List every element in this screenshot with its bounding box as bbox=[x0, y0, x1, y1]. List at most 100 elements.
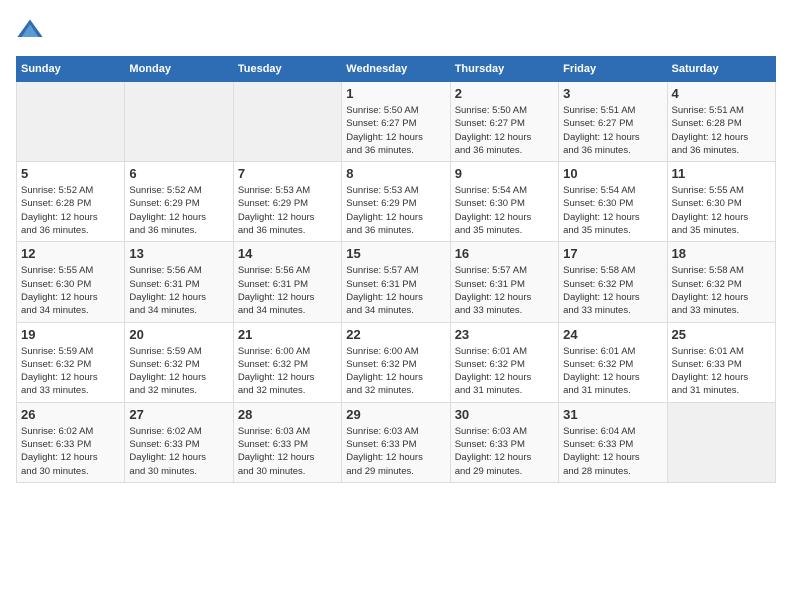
day-number: 14 bbox=[238, 246, 337, 261]
day-info: Sunrise: 6:02 AMSunset: 6:33 PMDaylight:… bbox=[21, 425, 120, 478]
calendar-cell: 8 Sunrise: 5:53 AMSunset: 6:29 PMDaylight… bbox=[342, 162, 450, 242]
calendar-cell: 5 Sunrise: 5:52 AMSunset: 6:28 PMDaylight… bbox=[17, 162, 125, 242]
calendar-week-row: 26 Sunrise: 6:02 AMSunset: 6:33 PMDayligh… bbox=[17, 402, 776, 482]
day-info: Sunrise: 5:51 AMSunset: 6:28 PMDaylight:… bbox=[672, 104, 771, 157]
calendar-cell: 21 Sunrise: 6:00 AMSunset: 6:32 PMDayligh… bbox=[233, 322, 341, 402]
day-number: 8 bbox=[346, 166, 445, 181]
day-number: 18 bbox=[672, 246, 771, 261]
day-number: 11 bbox=[672, 166, 771, 181]
day-number: 21 bbox=[238, 327, 337, 342]
day-info: Sunrise: 6:03 AMSunset: 6:33 PMDaylight:… bbox=[455, 425, 554, 478]
calendar-week-row: 1 Sunrise: 5:50 AMSunset: 6:27 PMDaylight… bbox=[17, 82, 776, 162]
day-info: Sunrise: 6:01 AMSunset: 6:32 PMDaylight:… bbox=[563, 345, 662, 398]
calendar-cell bbox=[125, 82, 233, 162]
weekday-header: Friday bbox=[559, 57, 667, 82]
day-number: 3 bbox=[563, 86, 662, 101]
calendar-week-row: 12Sunrise: 5:55 AMSunset: 6:30 PMDayligh… bbox=[17, 242, 776, 322]
day-number: 4 bbox=[672, 86, 771, 101]
calendar-cell: 27 Sunrise: 6:02 AMSunset: 6:33 PMDayligh… bbox=[125, 402, 233, 482]
calendar-cell: 17 Sunrise: 5:58 AMSunset: 6:32 PMDayligh… bbox=[559, 242, 667, 322]
day-number: 24 bbox=[563, 327, 662, 342]
calendar-cell: 12Sunrise: 5:55 AMSunset: 6:30 PMDayligh… bbox=[17, 242, 125, 322]
day-info: Sunrise: 6:02 AMSunset: 6:33 PMDaylight:… bbox=[129, 425, 228, 478]
calendar-cell: 28 Sunrise: 6:03 AMSunset: 6:33 PMDayligh… bbox=[233, 402, 341, 482]
calendar-cell: 6 Sunrise: 5:52 AMSunset: 6:29 PMDaylight… bbox=[125, 162, 233, 242]
day-number: 10 bbox=[563, 166, 662, 181]
day-number: 19 bbox=[21, 327, 120, 342]
calendar-table: SundayMondayTuesdayWednesdayThursdayFrid… bbox=[16, 56, 776, 483]
day-info: Sunrise: 5:54 AMSunset: 6:30 PMDaylight:… bbox=[563, 184, 662, 237]
weekday-header: Tuesday bbox=[233, 57, 341, 82]
day-info: Sunrise: 6:03 AMSunset: 6:33 PMDaylight:… bbox=[346, 425, 445, 478]
calendar-cell bbox=[17, 82, 125, 162]
day-number: 1 bbox=[346, 86, 445, 101]
day-info: Sunrise: 5:52 AMSunset: 6:29 PMDaylight:… bbox=[129, 184, 228, 237]
day-number: 17 bbox=[563, 246, 662, 261]
day-number: 22 bbox=[346, 327, 445, 342]
calendar-cell: 9 Sunrise: 5:54 AMSunset: 6:30 PMDaylight… bbox=[450, 162, 558, 242]
calendar-cell: 4 Sunrise: 5:51 AMSunset: 6:28 PMDaylight… bbox=[667, 82, 775, 162]
day-info: Sunrise: 5:50 AMSunset: 6:27 PMDaylight:… bbox=[455, 104, 554, 157]
day-info: Sunrise: 5:59 AMSunset: 6:32 PMDaylight:… bbox=[129, 345, 228, 398]
day-info: Sunrise: 5:53 AMSunset: 6:29 PMDaylight:… bbox=[346, 184, 445, 237]
day-number: 9 bbox=[455, 166, 554, 181]
logo-icon bbox=[16, 16, 44, 44]
calendar-cell: 20 Sunrise: 5:59 AMSunset: 6:32 PMDayligh… bbox=[125, 322, 233, 402]
calendar-cell: 7 Sunrise: 5:53 AMSunset: 6:29 PMDaylight… bbox=[233, 162, 341, 242]
day-info: Sunrise: 5:54 AMSunset: 6:30 PMDaylight:… bbox=[455, 184, 554, 237]
calendar-cell bbox=[667, 402, 775, 482]
day-info: Sunrise: 6:00 AMSunset: 6:32 PMDaylight:… bbox=[238, 345, 337, 398]
day-number: 28 bbox=[238, 407, 337, 422]
day-info: Sunrise: 6:01 AMSunset: 6:33 PMDaylight:… bbox=[672, 345, 771, 398]
calendar-cell: 1Sunrise: 5:50 AMSunset: 6:27 PMDaylight… bbox=[342, 82, 450, 162]
weekday-header: Monday bbox=[125, 57, 233, 82]
day-number: 5 bbox=[21, 166, 120, 181]
day-number: 26 bbox=[21, 407, 120, 422]
day-info: Sunrise: 5:56 AMSunset: 6:31 PMDaylight:… bbox=[238, 264, 337, 317]
day-number: 20 bbox=[129, 327, 228, 342]
day-info: Sunrise: 5:57 AMSunset: 6:31 PMDaylight:… bbox=[346, 264, 445, 317]
day-info: Sunrise: 5:58 AMSunset: 6:32 PMDaylight:… bbox=[672, 264, 771, 317]
day-number: 25 bbox=[672, 327, 771, 342]
calendar-cell: 23Sunrise: 6:01 AMSunset: 6:32 PMDayligh… bbox=[450, 322, 558, 402]
calendar-cell: 15Sunrise: 5:57 AMSunset: 6:31 PMDayligh… bbox=[342, 242, 450, 322]
calendar-cell: 29Sunrise: 6:03 AMSunset: 6:33 PMDayligh… bbox=[342, 402, 450, 482]
calendar-cell: 25 Sunrise: 6:01 AMSunset: 6:33 PMDayligh… bbox=[667, 322, 775, 402]
calendar-cell: 26 Sunrise: 6:02 AMSunset: 6:33 PMDayligh… bbox=[17, 402, 125, 482]
day-info: Sunrise: 6:04 AMSunset: 6:33 PMDaylight:… bbox=[563, 425, 662, 478]
day-info: Sunrise: 5:56 AMSunset: 6:31 PMDaylight:… bbox=[129, 264, 228, 317]
calendar-week-row: 5 Sunrise: 5:52 AMSunset: 6:28 PMDaylight… bbox=[17, 162, 776, 242]
weekday-header: Sunday bbox=[17, 57, 125, 82]
day-info: Sunrise: 5:57 AMSunset: 6:31 PMDaylight:… bbox=[455, 264, 554, 317]
day-info: Sunrise: 6:03 AMSunset: 6:33 PMDaylight:… bbox=[238, 425, 337, 478]
calendar-cell: 19 Sunrise: 5:59 AMSunset: 6:32 PMDayligh… bbox=[17, 322, 125, 402]
day-info: Sunrise: 5:53 AMSunset: 6:29 PMDaylight:… bbox=[238, 184, 337, 237]
calendar-cell: 24 Sunrise: 6:01 AMSunset: 6:32 PMDayligh… bbox=[559, 322, 667, 402]
calendar-cell: 13 Sunrise: 5:56 AMSunset: 6:31 PMDayligh… bbox=[125, 242, 233, 322]
calendar-cell: 16 Sunrise: 5:57 AMSunset: 6:31 PMDayligh… bbox=[450, 242, 558, 322]
calendar-cell: 18 Sunrise: 5:58 AMSunset: 6:32 PMDayligh… bbox=[667, 242, 775, 322]
day-number: 7 bbox=[238, 166, 337, 181]
day-number: 2 bbox=[455, 86, 554, 101]
day-number: 31 bbox=[563, 407, 662, 422]
calendar-cell: 31 Sunrise: 6:04 AMSunset: 6:33 PMDayligh… bbox=[559, 402, 667, 482]
calendar-cell: 3 Sunrise: 5:51 AMSunset: 6:27 PMDaylight… bbox=[559, 82, 667, 162]
weekday-header: Saturday bbox=[667, 57, 775, 82]
day-info: Sunrise: 5:52 AMSunset: 6:28 PMDaylight:… bbox=[21, 184, 120, 237]
day-info: Sunrise: 6:01 AMSunset: 6:32 PMDaylight:… bbox=[455, 345, 554, 398]
day-number: 16 bbox=[455, 246, 554, 261]
day-number: 30 bbox=[455, 407, 554, 422]
day-info: Sunrise: 5:59 AMSunset: 6:32 PMDaylight:… bbox=[21, 345, 120, 398]
day-info: Sunrise: 5:58 AMSunset: 6:32 PMDaylight:… bbox=[563, 264, 662, 317]
day-number: 13 bbox=[129, 246, 228, 261]
calendar-cell bbox=[233, 82, 341, 162]
page-header bbox=[16, 16, 776, 44]
day-info: Sunrise: 5:51 AMSunset: 6:27 PMDaylight:… bbox=[563, 104, 662, 157]
calendar-cell: 22 Sunrise: 6:00 AMSunset: 6:32 PMDayligh… bbox=[342, 322, 450, 402]
day-info: Sunrise: 6:00 AMSunset: 6:32 PMDaylight:… bbox=[346, 345, 445, 398]
calendar-cell: 30 Sunrise: 6:03 AMSunset: 6:33 PMDayligh… bbox=[450, 402, 558, 482]
day-number: 6 bbox=[129, 166, 228, 181]
day-number: 27 bbox=[129, 407, 228, 422]
calendar-cell: 11Sunrise: 5:55 AMSunset: 6:30 PMDayligh… bbox=[667, 162, 775, 242]
calendar-cell: 2 Sunrise: 5:50 AMSunset: 6:27 PMDaylight… bbox=[450, 82, 558, 162]
